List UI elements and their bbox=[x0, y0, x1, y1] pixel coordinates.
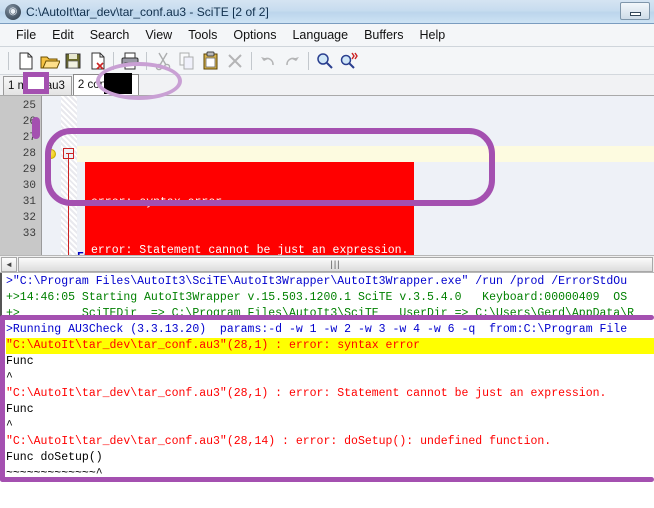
output-line[interactable]: "C:\AutoIt\tar_dev\tar_conf.au3"(28,1) :… bbox=[6, 386, 654, 402]
output-line: +>14:46:05 Starting AutoIt3Wrapper v.15.… bbox=[6, 291, 628, 304]
replace-icon[interactable] bbox=[338, 50, 360, 72]
toolbar-separator bbox=[308, 51, 309, 70]
line-number-gutter: 25 26 27 28 29 30 31 32 33 bbox=[0, 96, 42, 255]
undo-icon bbox=[257, 50, 279, 72]
menu-item-view[interactable]: View bbox=[137, 26, 180, 44]
tab-main-au3[interactable]: 1 main.au3 bbox=[3, 76, 72, 95]
output-line: ^ bbox=[6, 371, 13, 384]
menu-item-tools[interactable]: Tools bbox=[180, 26, 225, 44]
bookmark-icon[interactable] bbox=[46, 149, 56, 159]
new-file-icon[interactable] bbox=[14, 50, 36, 72]
line-number: 28 bbox=[22, 148, 36, 160]
toolbar-separator bbox=[8, 51, 9, 70]
output-line: +> SciTEDir => C:\Program Files\AutoIt3\… bbox=[6, 307, 635, 320]
print-icon[interactable] bbox=[119, 50, 141, 72]
line-number: 33 bbox=[22, 228, 36, 240]
open-file-icon[interactable] bbox=[38, 50, 60, 72]
line-number: 32 bbox=[22, 212, 36, 224]
menu-item-options[interactable]: Options bbox=[225, 26, 284, 44]
line-number: 26 bbox=[22, 116, 36, 128]
find-icon[interactable] bbox=[314, 50, 336, 72]
buffer-tab-strip: 1 main.au3 2 conf.au3 bbox=[0, 74, 654, 96]
tool-bar bbox=[0, 47, 654, 75]
menu-item-file[interactable]: File bbox=[8, 26, 44, 44]
toolbar-separator bbox=[113, 51, 114, 70]
scrollbar-thumb[interactable]: ||| bbox=[18, 256, 653, 272]
line-number: 27 bbox=[22, 132, 36, 144]
output-line-active-error[interactable]: "C:\AutoIt\tar_dev\tar_conf.au3"(28,1) :… bbox=[6, 338, 654, 354]
line-number: 25 bbox=[22, 100, 36, 112]
toolbar-separator bbox=[251, 51, 252, 70]
delete-icon bbox=[224, 50, 246, 72]
output-console[interactable]: >"C:\Program Files\AutoIt3\SciTE\AutoIt3… bbox=[0, 273, 654, 478]
minimize-button[interactable] bbox=[620, 2, 650, 20]
line-number: 30 bbox=[22, 180, 36, 192]
toolbar-separator bbox=[146, 51, 147, 70]
copy-icon bbox=[176, 50, 198, 72]
paste-icon[interactable] bbox=[200, 50, 222, 72]
fold-gutter[interactable] bbox=[61, 96, 77, 255]
scite-app-icon: ◉ bbox=[5, 3, 21, 20]
menu-item-search[interactable]: Search bbox=[82, 26, 138, 44]
marker-gutter[interactable] bbox=[43, 96, 61, 255]
output-line: >Running AU3Check (3.3.13.20) params:-d … bbox=[6, 323, 628, 336]
title-bar: ◉ C:\AutoIt\tar_dev\tar_conf.au3 - SciTE… bbox=[0, 0, 654, 24]
tab-conf-au3[interactable]: 2 conf.au3 bbox=[72, 74, 139, 95]
output-line: Func bbox=[6, 403, 34, 416]
output-line: Func bbox=[6, 355, 34, 368]
output-line: Func doSetup() bbox=[6, 451, 103, 464]
output-line: ~~~~~~~~~~~~~^ bbox=[6, 467, 103, 478]
window-title: C:\AutoIt\tar_dev\tar_conf.au3 - SciTE [… bbox=[26, 4, 269, 19]
menu-item-edit[interactable]: Edit bbox=[44, 26, 82, 44]
line-number: 31 bbox=[22, 196, 36, 208]
editor-horizontal-scrollbar[interactable]: ◄ ||| bbox=[0, 256, 654, 273]
redo-icon bbox=[281, 50, 303, 72]
save-file-icon[interactable] bbox=[62, 50, 84, 72]
menu-item-buffers[interactable]: Buffers bbox=[356, 26, 411, 44]
output-line: >"C:\Program Files\AutoIt3\SciTE\AutoIt3… bbox=[6, 275, 628, 288]
output-line[interactable]: "C:\AutoIt\tar_dev\tar_conf.au3"(28,14) … bbox=[6, 434, 654, 450]
line-number: 29 bbox=[22, 164, 36, 176]
fold-guide-line bbox=[68, 154, 69, 255]
error-tooltip-line: error: Statement cannot be just an expre… bbox=[91, 244, 409, 256]
code-editor[interactable]: 25 26 27 28 29 30 31 32 33 Func doSetup(… bbox=[0, 96, 654, 256]
error-tooltip-popup: error: syntax error error: Statement can… bbox=[85, 162, 415, 256]
error-tooltip-line: error: syntax error bbox=[91, 196, 223, 209]
minimize-icon bbox=[629, 12, 641, 16]
scroll-left-arrow[interactable]: ◄ bbox=[1, 256, 17, 272]
menu-bar: File Edit Search View Tools Options Lang… bbox=[0, 24, 654, 47]
close-file-icon[interactable] bbox=[86, 50, 108, 72]
output-line: ^ bbox=[6, 419, 13, 432]
menu-item-language[interactable]: Language bbox=[284, 26, 356, 44]
menu-item-help[interactable]: Help bbox=[411, 26, 453, 44]
cut-icon bbox=[152, 50, 174, 72]
